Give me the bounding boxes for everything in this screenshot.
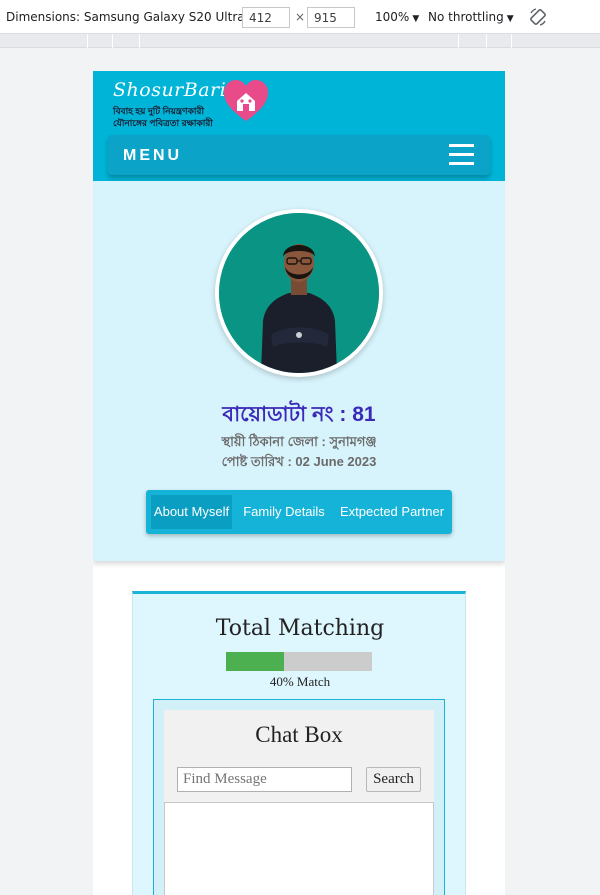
ruler-divider	[112, 34, 113, 48]
device-dropdown[interactable]: Dimensions: Samsung Galaxy S20 Ultra▼	[6, 10, 255, 24]
hamburger-icon[interactable]	[449, 144, 474, 166]
find-message-input[interactable]	[177, 767, 352, 792]
menu-label: MENU	[123, 147, 183, 164]
chevron-down-icon: ▼	[506, 14, 514, 24]
ruler-divider	[87, 34, 88, 48]
chat-title: Chat Box	[255, 722, 343, 747]
site-logo[interactable]: ShosurBari বিবাহ হয় দুটি নিয়ন্ত্রণকারী…	[113, 77, 273, 128]
height-input[interactable]: 915	[307, 7, 355, 28]
tagline-line2: যৌনাঙ্গের পবিত্রতা রক্ষাকারী	[113, 118, 213, 128]
brand-name: ShosurBari	[113, 79, 227, 101]
chat-box: Chat Box Search	[164, 710, 434, 895]
post-date: পোষ্ট তারিখ : 02 June 2023	[221, 454, 377, 469]
profile-section: বায়োডাটা নং : 81 স্থায়ী ঠিকানা জেলা : …	[93, 181, 505, 561]
ruler-divider	[458, 34, 459, 48]
biodata-number: বায়োডাটা নং : 81	[222, 403, 376, 426]
rotate-icon[interactable]	[528, 7, 548, 27]
menu-bar[interactable]: MENU	[108, 135, 490, 175]
devtools-toolbar: Dimensions: Samsung Galaxy S20 Ultra▼ 41…	[0, 0, 600, 34]
match-percent: 40% Match	[269, 674, 331, 689]
avatar-frame	[215, 209, 383, 377]
chevron-down-icon: ▼	[412, 14, 420, 24]
match-progress-bar	[226, 652, 372, 671]
permanent-address: স্থায়ী ঠিকানা জেলা : সুনামগঞ্জ	[221, 434, 377, 449]
profile-tabs: About Myself Family Details Extpected Pa…	[146, 490, 452, 534]
matching-title: Total Matching	[215, 616, 385, 641]
tab-family-details[interactable]: Family Details	[238, 495, 330, 529]
media-query-ruler	[0, 34, 600, 48]
zoom-dropdown[interactable]: 100% ▼	[375, 10, 419, 24]
throttling-label: No throttling	[428, 10, 504, 24]
ruler-divider	[486, 34, 487, 48]
dimension-separator: ×	[295, 10, 306, 24]
device-label: Dimensions: Samsung Galaxy S20 Ultra	[6, 10, 245, 24]
ruler-divider	[139, 34, 140, 48]
avatar	[219, 213, 379, 373]
width-input[interactable]: 412	[242, 7, 290, 28]
device-viewport: ShosurBari বিবাহ হয় দুটি নিয়ন্ত্রণকারী…	[93, 71, 505, 895]
search-button[interactable]: Search	[366, 767, 421, 792]
heart-home-icon	[224, 80, 268, 121]
tab-about-myself[interactable]: About Myself	[151, 495, 232, 529]
tab-expected-partner[interactable]: Extpected Partner	[336, 495, 448, 529]
chat-messages-area[interactable]	[164, 802, 434, 895]
matching-card: Total Matching 40% Match Chat Box Search	[132, 591, 466, 895]
site-header: ShosurBari বিবাহ হয় দুটি নিয়ন্ত্রণকারী…	[93, 71, 505, 181]
zoom-label: 100%	[375, 10, 410, 24]
chat-container: Chat Box Search	[153, 699, 445, 895]
ruler-divider	[511, 34, 512, 48]
match-progress-fill	[226, 652, 285, 671]
throttling-dropdown[interactable]: No throttling ▼	[428, 10, 514, 24]
person-photo	[219, 213, 379, 373]
